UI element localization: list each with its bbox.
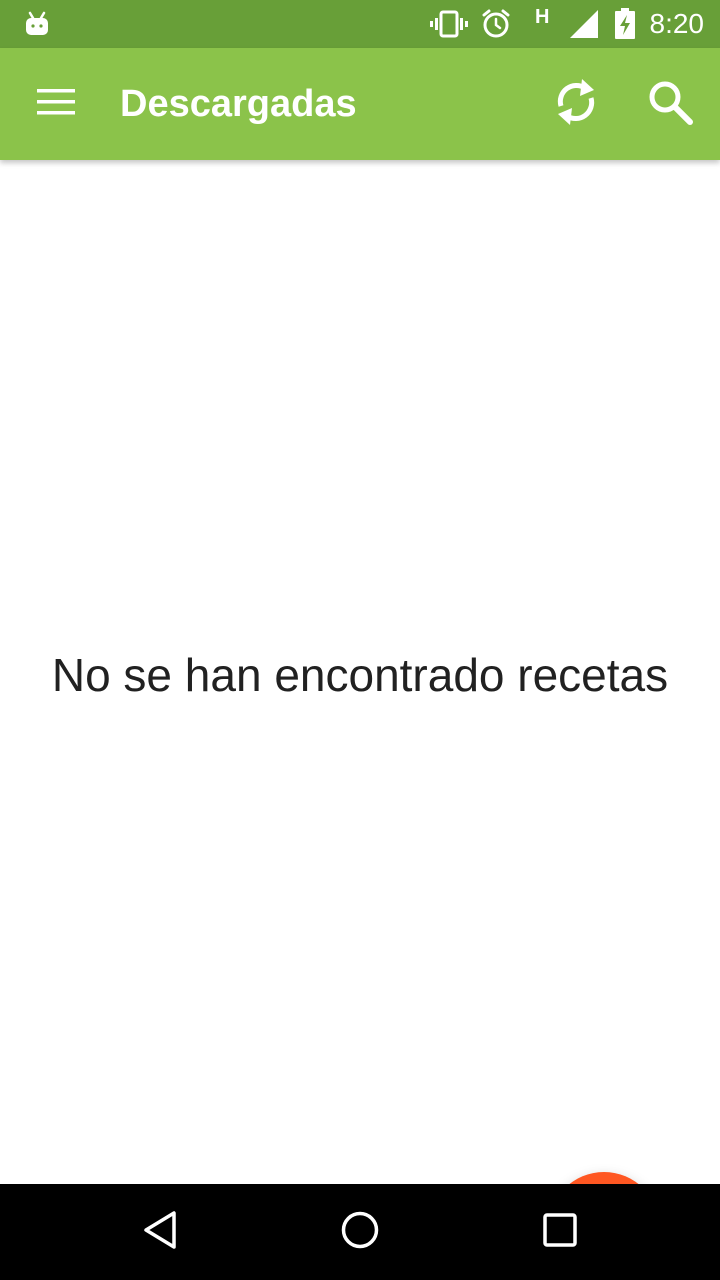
clock: 8:20 xyxy=(649,8,705,39)
empty-state-message: No se han encontrado recetas xyxy=(51,649,669,701)
back-button[interactable] xyxy=(100,1184,220,1280)
recents-icon xyxy=(542,1212,578,1253)
menu-icon xyxy=(37,87,75,122)
recipe-list-area: No se han encontrado recetas xyxy=(0,160,720,1280)
network-type-label: H xyxy=(535,6,550,28)
recents-button[interactable] xyxy=(500,1184,620,1280)
navigation-bar xyxy=(0,1184,720,1280)
menu-button[interactable] xyxy=(8,48,104,160)
search-button[interactable] xyxy=(622,48,718,160)
back-icon xyxy=(142,1210,178,1255)
android-debug-icon xyxy=(22,0,52,48)
signal-icon xyxy=(567,0,601,48)
refresh-icon xyxy=(552,76,600,133)
screen: H 8:20 Descargadas No se han encontrado … xyxy=(0,0,720,1280)
vibrate-icon xyxy=(430,0,468,48)
home-button[interactable] xyxy=(300,1184,420,1280)
page-title: Descargadas xyxy=(120,83,357,125)
battery-charging-icon xyxy=(613,0,637,48)
home-icon xyxy=(340,1210,380,1255)
alarm-icon xyxy=(480,0,512,48)
app-bar: Descargadas xyxy=(0,48,720,160)
status-bar: H 8:20 xyxy=(0,0,720,48)
refresh-button[interactable] xyxy=(528,48,624,160)
search-icon xyxy=(646,78,694,131)
